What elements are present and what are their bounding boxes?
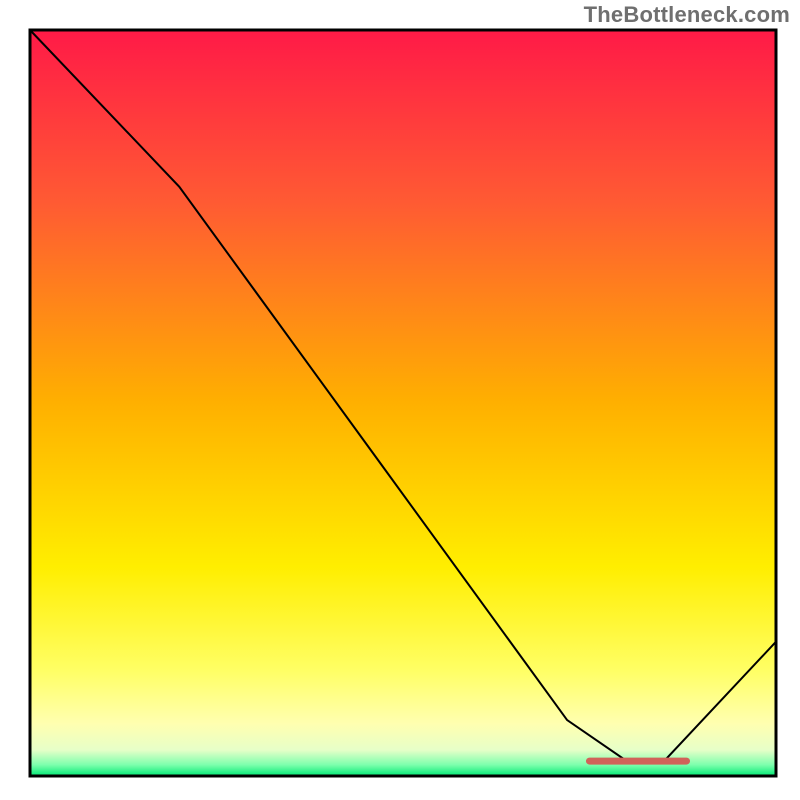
- plot-background: [30, 30, 776, 776]
- chart-stage: TheBottleneck.com: [0, 0, 800, 800]
- bottleneck-chart: [0, 0, 800, 800]
